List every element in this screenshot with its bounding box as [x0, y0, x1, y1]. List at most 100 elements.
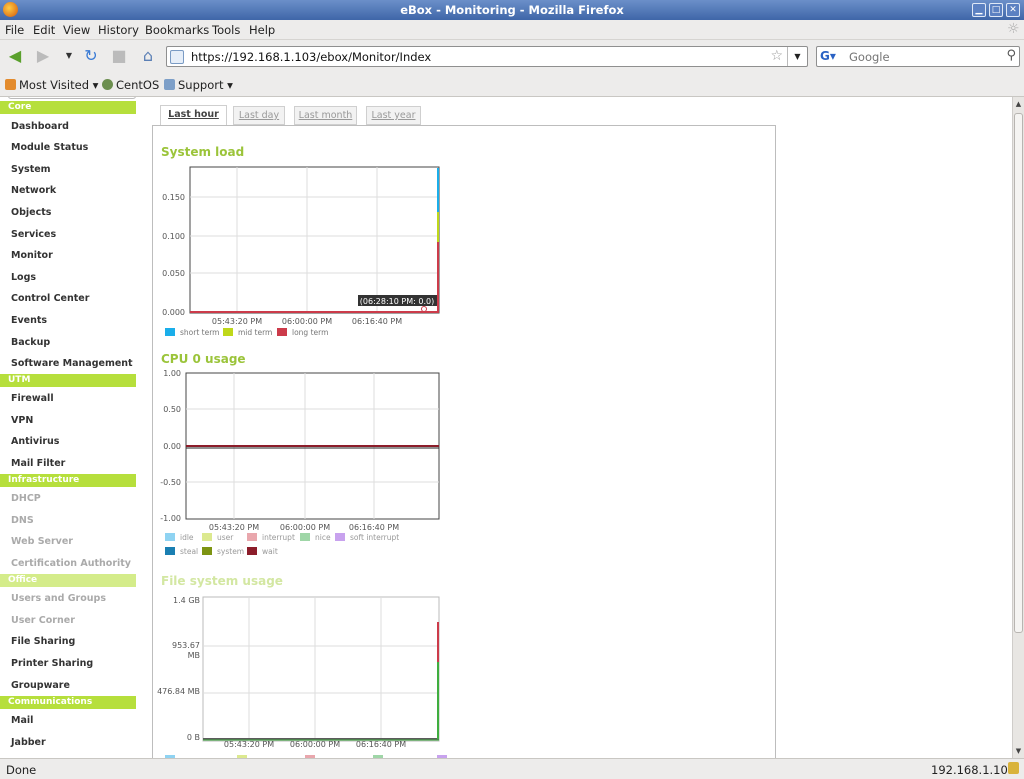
y-tick: 0.100	[162, 232, 185, 241]
throbber-icon: ☼	[1007, 21, 1020, 37]
url-dropdown-icon[interactable]: ▼	[787, 47, 807, 66]
sidebar-item-vpn[interactable]: VPN	[11, 415, 33, 426]
graph-title-cpu-usage: CPU 0 usage	[161, 352, 246, 366]
x-tick: 06:00:00 PM	[280, 523, 330, 532]
legend-mid-term: mid term	[238, 328, 272, 337]
legend-soft-interrupt: soft interrupt	[350, 533, 399, 542]
centos-icon	[102, 79, 113, 90]
sidebar-item-services[interactable]: Services	[11, 229, 56, 240]
url-text[interactable]: https://192.168.1.103/ebox/Monitor/Index	[191, 50, 431, 64]
stop-icon[interactable]: ■	[108, 46, 130, 66]
maximize-button[interactable]: □	[989, 3, 1003, 17]
sidebar-item-objects[interactable]: Objects	[11, 207, 51, 218]
reload-icon[interactable]: ↻	[80, 46, 102, 66]
search-icon[interactable]: ⚲	[1006, 48, 1016, 63]
file-system-usage-graph: 1.4 GB 953.67 MB 476.84 MB 0 B 05:43:20 …	[157, 596, 447, 758]
menu-history[interactable]: History	[98, 23, 139, 37]
x-tick: 06:16:40 PM	[356, 740, 406, 749]
legend-swatch-soft-interrupt	[335, 533, 345, 541]
history-dropdown-icon[interactable]: ▼	[58, 46, 80, 66]
sidebar-item-network[interactable]: Network	[11, 185, 56, 196]
sidebar-item-antivirus[interactable]: Antivirus	[11, 436, 59, 447]
sidebar-search-edge	[8, 97, 136, 99]
sidebar-item-dashboard[interactable]: Dashboard	[11, 121, 69, 132]
sidebar-item-monitor[interactable]: Monitor	[11, 250, 53, 261]
menu-bookmarks[interactable]: Bookmarks	[145, 23, 209, 37]
legend-long-term: long term	[292, 328, 328, 337]
sidebar-item-web-server[interactable]: Web Server	[11, 536, 73, 547]
sidebar-item-groupware[interactable]: Groupware	[11, 680, 70, 691]
x-tick: 05:43:20 PM	[212, 317, 262, 326]
sidebar-item-dns[interactable]: DNS	[11, 515, 34, 526]
scroll-down-icon[interactable]: ▼	[1013, 745, 1024, 757]
bookmark-support[interactable]: Support ▾	[164, 78, 233, 92]
sidebar-item-user-corner[interactable]: User Corner	[11, 615, 75, 626]
hover-point	[421, 306, 427, 312]
y-tick: 1.4 GB	[173, 596, 200, 605]
legend-swatch-steal	[165, 547, 175, 555]
menu-help[interactable]: Help	[249, 23, 275, 37]
vertical-scrollbar[interactable]: ▲ ▼	[1012, 97, 1024, 758]
search-box[interactable]: G▾ ⚲	[816, 46, 1020, 67]
search-engine-icon[interactable]: G▾	[820, 49, 848, 64]
menu-tools[interactable]: Tools	[212, 23, 240, 37]
sidebar-item-file-sharing[interactable]: File Sharing	[11, 636, 75, 647]
site-identity-icon[interactable]	[170, 50, 184, 64]
x-tick: 06:16:40 PM	[352, 317, 402, 326]
legend-idle: idle	[180, 533, 194, 542]
sidebar-item-certification-authority[interactable]: Certification Authority	[11, 558, 131, 569]
menu-file[interactable]: File	[5, 23, 24, 37]
sidebar-item-logs[interactable]: Logs	[11, 272, 36, 283]
cpu-usage-graph: 1.00 0.50 0.00 -0.50 -1.00 05:43:20 PM 0…	[160, 369, 440, 556]
search-input[interactable]	[849, 48, 999, 65]
minimize-button[interactable]: ▁	[972, 3, 986, 17]
sidebar-item-printer-sharing[interactable]: Printer Sharing	[11, 658, 93, 669]
plot-frame	[189, 166, 440, 314]
window-titlebar: eBox - Monitoring - Mozilla Firefox ▁ □ …	[0, 0, 1024, 20]
legend-wait: wait	[262, 547, 278, 556]
tab-last-year[interactable]: Last year	[366, 106, 421, 125]
bookmark-centos[interactable]: CentOS	[102, 78, 159, 92]
legend-swatch-mid-term	[223, 328, 233, 336]
sidebar-item-users-and-groups[interactable]: Users and Groups	[11, 593, 106, 604]
plot-frame	[202, 596, 440, 742]
secure-lock-icon[interactable]	[1008, 762, 1019, 774]
y-tick: -0.50	[160, 478, 181, 487]
sidebar-item-jabber[interactable]: Jabber	[11, 737, 46, 748]
menu-edit[interactable]: Edit	[33, 23, 55, 37]
sidebar-item-system[interactable]: System	[11, 164, 51, 175]
forward-icon[interactable]: ▶	[32, 46, 54, 66]
sidebar-item-mail[interactable]: Mail	[11, 715, 33, 726]
sidebar-item-module-status[interactable]: Module Status	[11, 142, 88, 153]
close-button[interactable]: ✕	[1006, 3, 1020, 17]
sidebar-item-software-management[interactable]: Software Management	[11, 358, 133, 369]
tab-last-day[interactable]: Last day	[233, 106, 285, 125]
folder-icon	[164, 79, 175, 90]
y-tick: -1.00	[160, 514, 181, 523]
x-tick: 06:16:40 PM	[349, 523, 399, 532]
status-text: Done	[6, 763, 37, 777]
legend-interrupt: interrupt	[262, 533, 295, 542]
sidebar-item-mail-filter[interactable]: Mail Filter	[11, 458, 65, 469]
home-icon[interactable]: ⌂	[137, 46, 159, 66]
sidebar-item-events[interactable]: Events	[11, 315, 47, 326]
legend-swatch-nice	[300, 533, 310, 541]
legend-user: user	[217, 533, 234, 542]
sidebar-item-firewall[interactable]: Firewall	[11, 393, 54, 404]
legend-swatch-interrupt	[247, 533, 257, 541]
back-icon[interactable]: ◀	[4, 46, 26, 66]
scroll-up-icon[interactable]: ▲	[1013, 98, 1024, 110]
legend-short-term: short term	[180, 328, 219, 337]
menu-view[interactable]: View	[63, 23, 90, 37]
system-load-graph: 0.150 0.100 0.050 0.000 05:43:20 PM 06:0…	[162, 166, 440, 337]
sidebar-item-control-center[interactable]: Control Center	[11, 293, 89, 304]
tab-last-hour[interactable]: Last hour	[160, 105, 227, 126]
sidebar-item-dhcp[interactable]: DHCP	[11, 493, 41, 504]
scroll-thumb[interactable]	[1014, 113, 1023, 633]
bookmark-star-icon[interactable]: ☆	[770, 48, 783, 64]
legend-swatch-long-term	[277, 328, 287, 336]
url-bar[interactable]: https://192.168.1.103/ebox/Monitor/Index…	[166, 46, 808, 67]
bookmark-most-visited[interactable]: Most Visited ▾	[5, 78, 98, 92]
sidebar-item-backup[interactable]: Backup	[11, 337, 50, 348]
tab-last-month[interactable]: Last month	[294, 106, 357, 125]
